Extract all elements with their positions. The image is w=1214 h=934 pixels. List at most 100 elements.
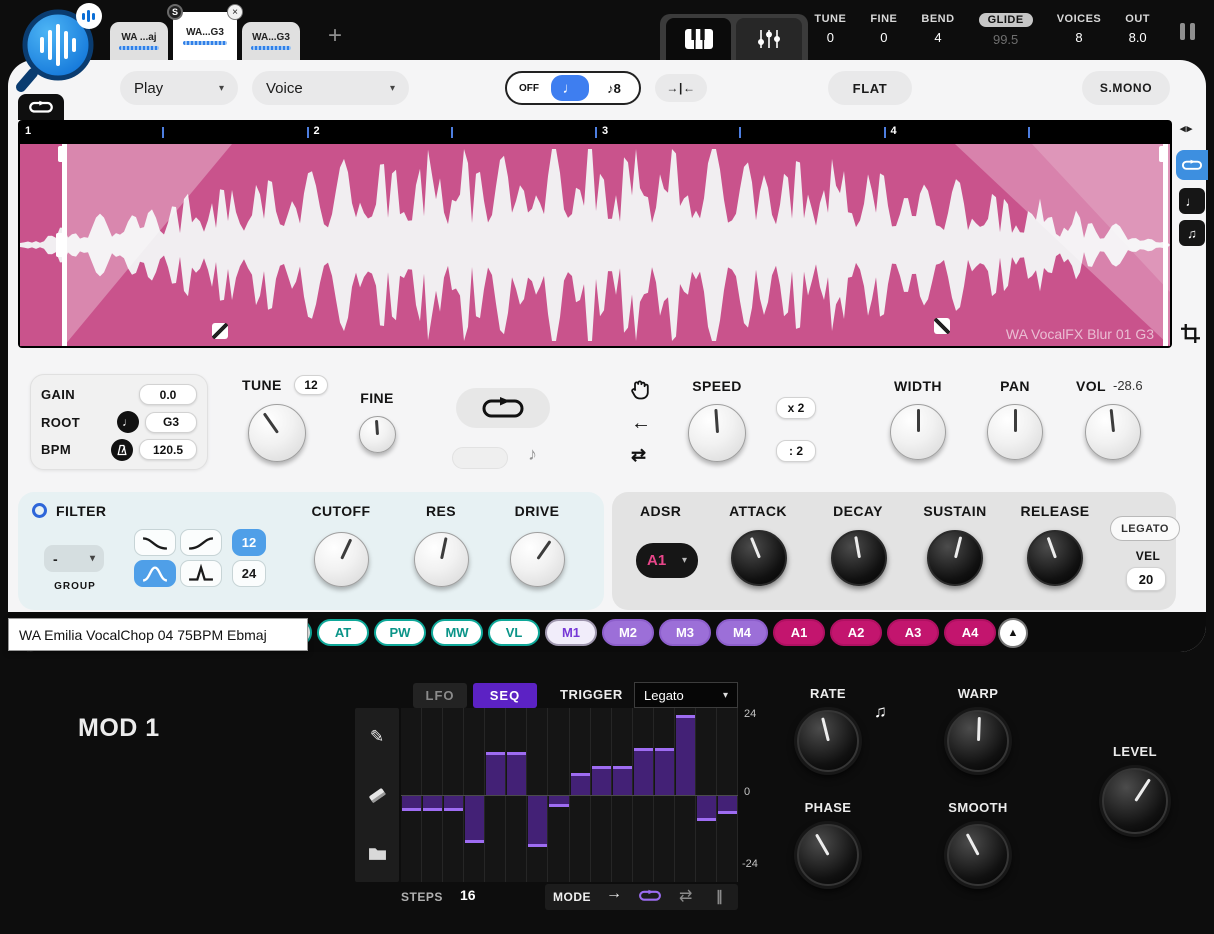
mod-source-pill-a3[interactable]: A3 xyxy=(887,619,939,646)
root-value[interactable]: G3 xyxy=(145,412,197,433)
add-tab-button[interactable]: + xyxy=(328,22,342,50)
seq-step-bar[interactable] xyxy=(676,715,695,795)
mode-hold-button[interactable]: ∥ xyxy=(716,888,723,905)
speed-div-badge[interactable]: : 2 xyxy=(776,440,816,462)
vel-value[interactable]: 20 xyxy=(1126,567,1166,591)
seq-step-bar[interactable] xyxy=(697,796,716,821)
mixer-view-tab[interactable] xyxy=(736,18,802,60)
loop-mode-button[interactable] xyxy=(1176,150,1208,180)
scroll-arrows-icon[interactable]: ◂ ▸ xyxy=(1180,122,1191,135)
highpass-button[interactable] xyxy=(180,529,222,556)
fine-knob[interactable] xyxy=(359,416,396,453)
gain-value[interactable]: 0.0 xyxy=(139,384,197,405)
right-marker-handle[interactable] xyxy=(1159,146,1168,162)
steps-value[interactable]: 16 xyxy=(460,887,476,903)
mod-source-pill-at[interactable]: AT xyxy=(317,619,369,646)
play-mode-dropdown[interactable]: Play ▾ xyxy=(120,71,238,105)
trigger-dropdown[interactable]: Legato ▾ xyxy=(634,682,738,708)
bpm-value[interactable]: 120.5 xyxy=(139,439,197,460)
mod-source-pill-a2[interactable]: A2 xyxy=(830,619,882,646)
drag-hand-icon[interactable] xyxy=(630,379,650,406)
seq-step-bar[interactable] xyxy=(465,796,484,843)
vol-knob[interactable] xyxy=(1085,404,1141,460)
res-knob[interactable] xyxy=(414,532,469,587)
legato-button[interactable]: LEGATO xyxy=(1110,516,1180,541)
collapse-markers-button[interactable]: →|← xyxy=(655,74,707,102)
mode-loop-button[interactable] xyxy=(638,889,662,907)
fade-out-handle[interactable] xyxy=(934,318,950,334)
loop-tab-button[interactable] xyxy=(18,94,64,120)
tune-badge[interactable]: 12 xyxy=(294,375,328,395)
seq-step-bar[interactable] xyxy=(592,766,611,795)
metronome-icon[interactable] xyxy=(111,439,133,461)
speed-mult-badge[interactable]: x 2 xyxy=(776,397,816,419)
release-knob[interactable] xyxy=(1027,530,1083,586)
preset-folder-button[interactable] xyxy=(355,838,399,868)
loop-end-handle[interactable] xyxy=(1163,144,1168,346)
mod-source-pill-a1[interactable]: A1 xyxy=(773,619,825,646)
rate-knob[interactable] xyxy=(797,710,859,772)
seq-step-bar[interactable] xyxy=(571,773,590,795)
mod-source-pill-m1[interactable]: M1 xyxy=(545,619,597,646)
waveform-ruler[interactable]: 1234 xyxy=(18,120,1172,144)
slope-12-button[interactable]: 12 xyxy=(232,529,266,556)
expand-button[interactable]: ▲ xyxy=(998,618,1028,648)
stretch-mode-button[interactable]: ♩ xyxy=(1179,188,1205,214)
width-knob[interactable] xyxy=(890,404,946,460)
drive-knob[interactable] xyxy=(510,532,565,587)
app-logo[interactable] xyxy=(10,0,106,96)
bandpass-button[interactable] xyxy=(134,560,176,587)
seq-step-bar[interactable] xyxy=(655,748,674,795)
swap-arrows-icon[interactable]: ⇄ xyxy=(631,445,646,466)
voice-mode-dropdown[interactable]: Voice ▾ xyxy=(252,71,409,105)
header-param-value[interactable]: 8 xyxy=(1075,30,1082,45)
seq-step-bar[interactable] xyxy=(528,796,547,847)
header-param-value[interactable]: 0 xyxy=(880,30,887,45)
env-preset-dropdown[interactable]: A1 ▾ xyxy=(636,543,698,578)
loop-play-button[interactable] xyxy=(456,388,550,428)
sample-tab[interactable]: WA ...aj xyxy=(110,22,168,60)
solo-badge[interactable]: S xyxy=(167,4,183,20)
seq-step-bar[interactable] xyxy=(486,752,505,796)
seq-step-bar[interactable] xyxy=(444,796,463,811)
mod-source-pill-a4[interactable]: A4 xyxy=(944,619,996,646)
pause-icon[interactable] xyxy=(1180,23,1195,40)
eraser-button[interactable] xyxy=(355,780,399,810)
sustain-knob[interactable] xyxy=(927,530,983,586)
mod-source-pill-m2[interactable]: M2 xyxy=(602,619,654,646)
level-knob[interactable] xyxy=(1102,768,1168,834)
mod-source-pill-m3[interactable]: M3 xyxy=(659,619,711,646)
sync-off-button[interactable]: OFF xyxy=(507,83,551,94)
left-marker-handle[interactable] xyxy=(58,146,67,162)
sample-tab[interactable]: WA...G3S× xyxy=(173,12,237,60)
mod-source-pill-pw[interactable]: PW xyxy=(374,619,426,646)
attack-knob[interactable] xyxy=(731,530,787,586)
smooth-knob[interactable] xyxy=(947,824,1009,886)
speed-knob[interactable] xyxy=(688,404,746,462)
sample-tab[interactable]: WA...G3 xyxy=(242,22,300,60)
tab-seq[interactable]: SEQ xyxy=(473,683,537,708)
vol-value[interactable]: -28.6 xyxy=(1113,378,1143,393)
tune-knob[interactable] xyxy=(248,404,306,462)
mod-source-pill-m4[interactable]: M4 xyxy=(716,619,768,646)
mode-pingpong-button[interactable]: ⇄ xyxy=(679,886,692,906)
filter-group-dropdown[interactable]: - ▾ xyxy=(44,545,104,572)
header-param-value[interactable]: 8.0 xyxy=(1129,30,1147,45)
seq-step-bar[interactable] xyxy=(549,796,568,807)
slope-24-button[interactable]: 24 xyxy=(232,560,266,587)
waveform-canvas[interactable]: WA VocalFX Blur 01 G3 xyxy=(20,144,1170,346)
left-trim-handle[interactable] xyxy=(56,233,67,257)
treble-clef-icon[interactable]: ♩ xyxy=(117,411,139,433)
cutoff-knob[interactable] xyxy=(314,532,369,587)
seq-step-bar[interactable] xyxy=(402,796,421,811)
seq-step-bar[interactable] xyxy=(507,752,526,796)
back-arrow-icon[interactable]: ← xyxy=(631,412,651,435)
header-param-value[interactable]: 0 xyxy=(827,30,834,45)
filter-enable-button[interactable] xyxy=(32,503,47,518)
stereo-mono-button[interactable]: S.MONO xyxy=(1082,71,1170,105)
warp-knob[interactable] xyxy=(947,710,1009,772)
phase-knob[interactable] xyxy=(797,824,859,886)
fade-in-handle[interactable] xyxy=(212,323,228,339)
quantize-mode-button[interactable]: ♫ xyxy=(1179,220,1205,246)
keyboard-view-tab[interactable] xyxy=(666,18,731,60)
